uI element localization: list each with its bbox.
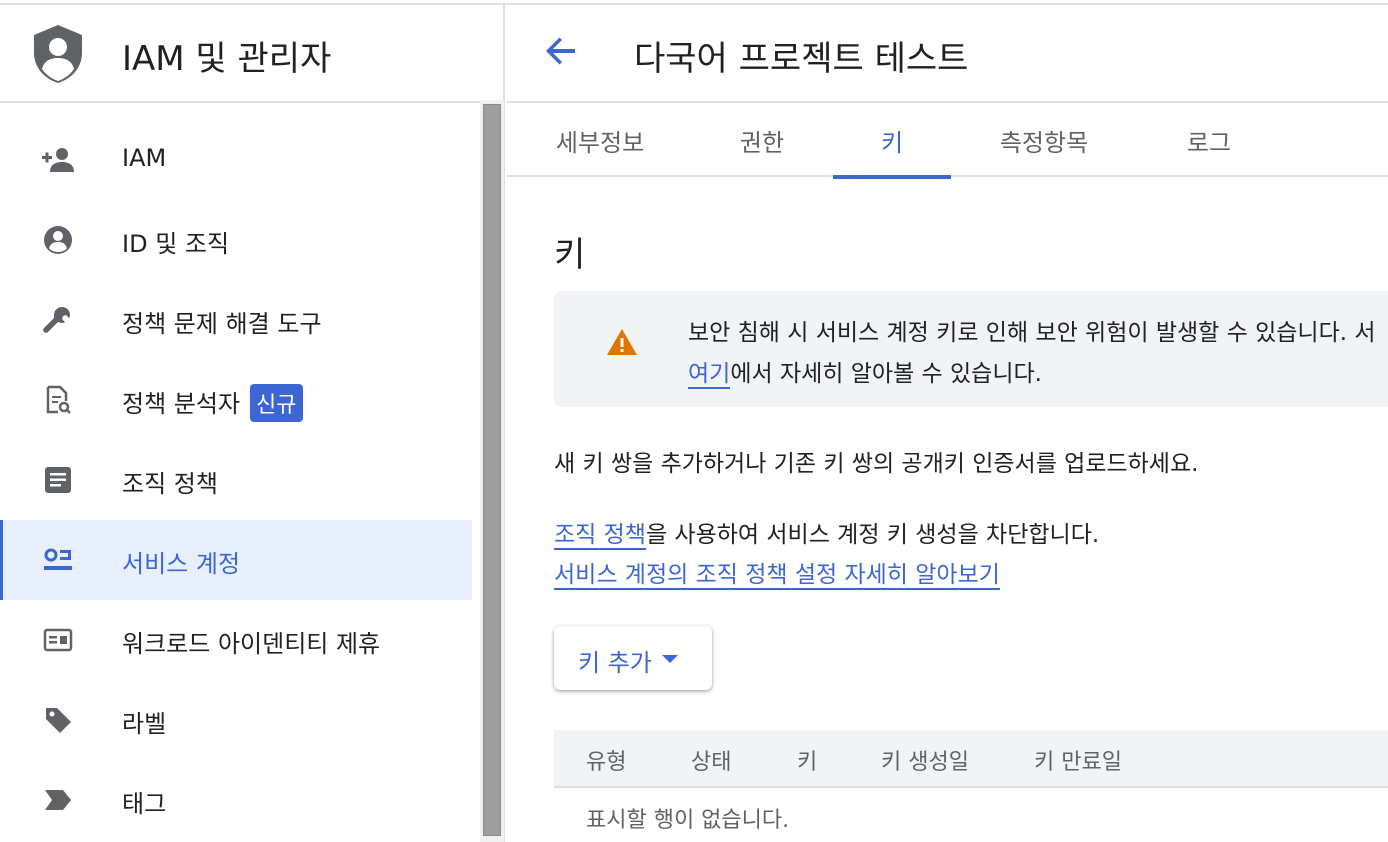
sidebar-item-policy-analyzer[interactable]: 정책 분석자 신규 — [0, 360, 472, 440]
add-key-label: 키 추가 — [578, 649, 652, 677]
sidebar-header: IAM 및 관리자 — [0, 5, 503, 103]
sidebar-item-label: 라벨 — [122, 710, 167, 738]
empty-table-message: 표시할 행이 없습니다. — [586, 808, 790, 833]
main-panel: 다국어 프로젝트 테스트 세부정보 권한 키 측정항목 로그 키 보안 침해 시… — [507, 5, 1388, 842]
sidebar-item-label: ID 및 조직 — [122, 230, 230, 258]
org-policy-line: 조직 정책을 사용하여 서비스 계정 키 생성을 차단합니다. — [554, 515, 1100, 550]
tab-logs[interactable]: 로그 — [1157, 103, 1261, 177]
sidebar-item-identity-org[interactable]: ID 및 조직 — [0, 200, 472, 280]
org-policy-link[interactable]: 조직 정책 — [554, 522, 646, 550]
id-card-icon — [40, 624, 76, 656]
learn-more-link[interactable]: 여기 — [688, 361, 731, 389]
main-header: 다국어 프로젝트 테스트 — [507, 5, 1388, 103]
sidebar-item-labels[interactable]: 라벨 — [0, 680, 472, 760]
caret-down-icon — [662, 655, 678, 663]
sidebar-item-label: 정책 문제 해결 도구 — [122, 310, 322, 338]
add-key-button[interactable]: 키 추가 — [554, 626, 712, 690]
tab-details[interactable]: 세부정보 — [533, 103, 667, 177]
shield-icon — [34, 25, 82, 83]
sidebar-item-label: IAM — [122, 144, 167, 172]
warning-icon — [607, 329, 637, 355]
keys-table: 유형 상태 키 키 생성일 키 만료일 표시할 행이 없습니다. — [554, 730, 1388, 842]
warning-text: 보안 침해 시 서비스 계정 키로 인해 보안 위험이 발생할 수 있습니다. … — [688, 320, 1376, 346]
column-expiration-date[interactable]: 키 만료일 — [1034, 744, 1122, 776]
section-title: 키 — [554, 235, 586, 275]
sidebar-item-label: 서비스 계정 — [122, 550, 241, 578]
tab-permissions[interactable]: 권한 — [707, 103, 817, 177]
sidebar-item-workload-identity[interactable]: 워크로드 아이덴티티 제휴 — [0, 600, 472, 680]
new-badge: 신규 — [250, 384, 303, 422]
org-policy-learn-more: 서비스 계정의 조직 정책 설정 자세히 알아보기 — [554, 555, 1000, 590]
sidebar-item-iam[interactable]: IAM — [0, 120, 472, 200]
table-header: 유형 상태 키 키 생성일 키 만료일 — [554, 730, 1388, 788]
tag-chevron-icon — [40, 784, 76, 816]
article-icon — [40, 464, 76, 496]
sidebar-title: IAM 및 관리자 — [122, 39, 332, 79]
warning-text-line2: 여기에서 자세히 알아볼 수 있습니다. — [688, 354, 1042, 389]
document-search-icon — [40, 384, 76, 416]
org-policy-learn-more-link[interactable]: 서비스 계정의 조직 정책 설정 자세히 알아보기 — [554, 562, 1000, 590]
back-arrow-icon[interactable] — [541, 31, 581, 71]
sidebar-item-label: 태그 — [122, 790, 167, 818]
sidebar-item-label: 워크로드 아이덴티티 제휴 — [122, 630, 381, 658]
column-creation-date[interactable]: 키 생성일 — [881, 744, 969, 776]
tab-keys[interactable]: 키 — [833, 103, 951, 179]
page-title: 다국어 프로젝트 테스트 — [634, 39, 969, 79]
keys-description: 새 키 쌍을 추가하거나 기존 키 쌍의 공개키 인증서를 업로드하세요. — [554, 451, 1199, 477]
sidebar-item-text: 정책 분석자 — [122, 390, 241, 418]
column-type[interactable]: 유형 — [586, 744, 626, 776]
tab-bar: 세부정보 권한 키 측정항목 로그 — [507, 103, 1388, 179]
service-account-icon — [40, 544, 76, 576]
sidebar-item-label: 정책 분석자 신규 — [122, 384, 303, 424]
sidebar-item-tags[interactable]: 태그 — [0, 760, 472, 840]
column-key[interactable]: 키 — [797, 744, 817, 776]
sidebar-scrollbar-thumb[interactable] — [483, 104, 501, 836]
sidebar: IAM 및 관리자 IAM ID 및 조직 정책 문제 해결 도구 정책 분석자… — [0, 5, 505, 842]
org-policy-text: 을 사용하여 서비스 계정 키 생성을 차단합니다. — [645, 522, 1100, 548]
sidebar-nav: IAM ID 및 조직 정책 문제 해결 도구 정책 분석자 신규 조직 정책 — [0, 120, 472, 840]
column-status[interactable]: 상태 — [691, 744, 731, 776]
table-row: 표시할 행이 없습니다. — [554, 788, 1388, 842]
wrench-icon — [40, 304, 76, 336]
sidebar-item-label: 조직 정책 — [122, 470, 218, 498]
security-warning-banner: 보안 침해 시 서비스 계정 키로 인해 보안 위험이 발생할 수 있습니다. … — [554, 291, 1388, 407]
sidebar-item-org-policies[interactable]: 조직 정책 — [0, 440, 472, 520]
tab-metrics[interactable]: 측정항목 — [977, 103, 1111, 177]
sidebar-item-policy-troubleshooter[interactable]: 정책 문제 해결 도구 — [0, 280, 472, 360]
label-tag-icon — [40, 704, 76, 736]
sidebar-item-service-accounts[interactable]: 서비스 계정 — [0, 520, 472, 600]
warning-text-rest: 에서 자세히 알아볼 수 있습니다. — [730, 361, 1042, 387]
account-circle-icon — [40, 224, 76, 256]
person-add-icon — [40, 144, 76, 176]
